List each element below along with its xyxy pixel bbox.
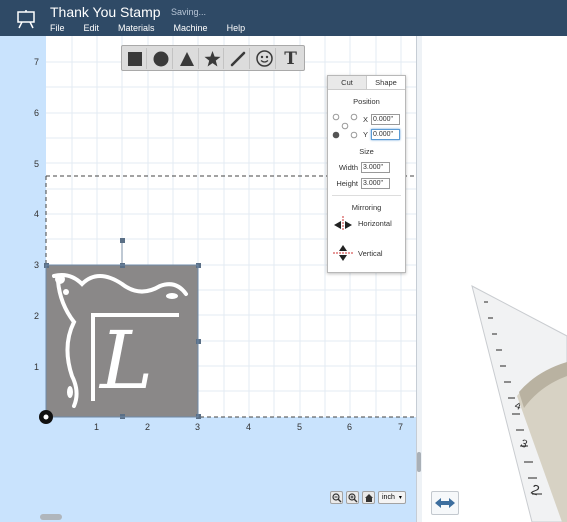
smiley-icon xyxy=(255,50,273,67)
home-icon xyxy=(364,493,373,502)
properties-panel: Cut Shape Position X 0.000" Y 0.000" Siz… xyxy=(327,75,406,273)
y-tick: 4 xyxy=(34,209,39,219)
pen-tool[interactable] xyxy=(227,48,251,69)
x-label: X xyxy=(363,114,369,124)
zoom-in-button[interactable] xyxy=(346,491,359,504)
x-tick: 7 xyxy=(398,422,403,432)
y-position-field[interactable]: 0.000" xyxy=(371,128,401,140)
mirror-horizontal-button[interactable]: Horizontal xyxy=(333,216,392,230)
menu-file[interactable]: File xyxy=(50,23,65,33)
circle-icon xyxy=(153,51,169,66)
smiley-tool[interactable] xyxy=(253,48,277,69)
y-tick: 2 xyxy=(34,311,39,321)
text-icon: T xyxy=(284,48,297,69)
tab-cut[interactable]: Cut xyxy=(328,76,366,89)
x-tick: 5 xyxy=(297,422,302,432)
title-bar: Thank You Stamp Saving... File Edit Mate… xyxy=(0,0,567,36)
zoom-in-icon xyxy=(347,492,357,502)
pen-icon xyxy=(231,51,246,66)
easel-icon[interactable] xyxy=(15,9,37,29)
x-tick: 4 xyxy=(246,422,251,432)
y-tick: 7 xyxy=(34,57,39,67)
y-tick: 1 xyxy=(34,362,39,372)
height-label: Height xyxy=(336,178,358,188)
y-tick: 3 xyxy=(34,260,39,270)
x-tick: 2 xyxy=(145,422,150,432)
height-field[interactable]: 3.000" xyxy=(361,177,390,189)
save-status: Saving... xyxy=(171,7,207,17)
square-icon xyxy=(127,51,142,66)
x-position-field[interactable]: 0.000" xyxy=(371,113,401,125)
star-tool[interactable] xyxy=(202,48,225,69)
unit-value: inch xyxy=(382,494,395,501)
circle-tool[interactable] xyxy=(150,48,173,69)
double-arrow-icon xyxy=(435,498,455,508)
menu-bar: File Edit Materials Machine Help xyxy=(50,23,264,33)
zoom-out-button[interactable] xyxy=(330,491,343,504)
vertical-label: Vertical xyxy=(358,248,383,258)
y-tick: 6 xyxy=(34,108,39,118)
x-tick: 1 xyxy=(94,422,99,432)
swap-view-button[interactable] xyxy=(431,491,459,515)
anchor-point-selector[interactable] xyxy=(332,113,358,139)
x-tick: 3 xyxy=(195,422,200,432)
mirror-vertical-button[interactable]: Vertical xyxy=(333,244,383,262)
x-tick: 6 xyxy=(347,422,352,432)
zoom-out-icon xyxy=(331,492,341,502)
triangle-tool[interactable] xyxy=(176,48,199,69)
text-tool[interactable]: T xyxy=(279,48,302,69)
mirror-horizontal-icon xyxy=(334,216,352,230)
y-tick: 5 xyxy=(34,159,39,169)
menu-edit[interactable]: Edit xyxy=(84,23,100,33)
vertical-scrollbar[interactable] xyxy=(417,452,421,472)
chevron-down-icon: ▾ xyxy=(398,495,402,501)
triangle-icon xyxy=(179,51,194,66)
size-heading: Size xyxy=(359,147,374,156)
stamp-design[interactable]: L xyxy=(46,265,198,417)
mirror-vertical-icon xyxy=(333,245,353,261)
menu-machine[interactable]: Machine xyxy=(174,23,208,33)
width-field[interactable]: 3.000" xyxy=(361,161,390,173)
tab-shape[interactable]: Shape xyxy=(366,76,405,89)
position-heading: Position xyxy=(353,97,380,106)
unit-select[interactable]: inch ▾ xyxy=(378,491,406,504)
star-icon xyxy=(204,50,221,66)
monogram-letter: L xyxy=(98,314,153,407)
menu-materials[interactable]: Materials xyxy=(118,23,155,33)
menu-help[interactable]: Help xyxy=(227,23,246,33)
zoom-controls: inch ▾ xyxy=(330,491,406,504)
width-label: Width xyxy=(338,162,358,172)
mirroring-heading: Mirroring xyxy=(351,203,382,212)
document-title[interactable]: Thank You Stamp xyxy=(50,4,161,20)
shape-toolbar: T xyxy=(121,45,305,71)
3d-preview[interactable]: 4 3 2 xyxy=(422,36,567,522)
horizontal-scrollbar[interactable] xyxy=(40,514,62,520)
y-label: Y xyxy=(363,129,369,139)
square-tool[interactable] xyxy=(124,48,147,69)
horizontal-label: Horizontal xyxy=(358,218,392,228)
home-button[interactable] xyxy=(362,491,375,504)
